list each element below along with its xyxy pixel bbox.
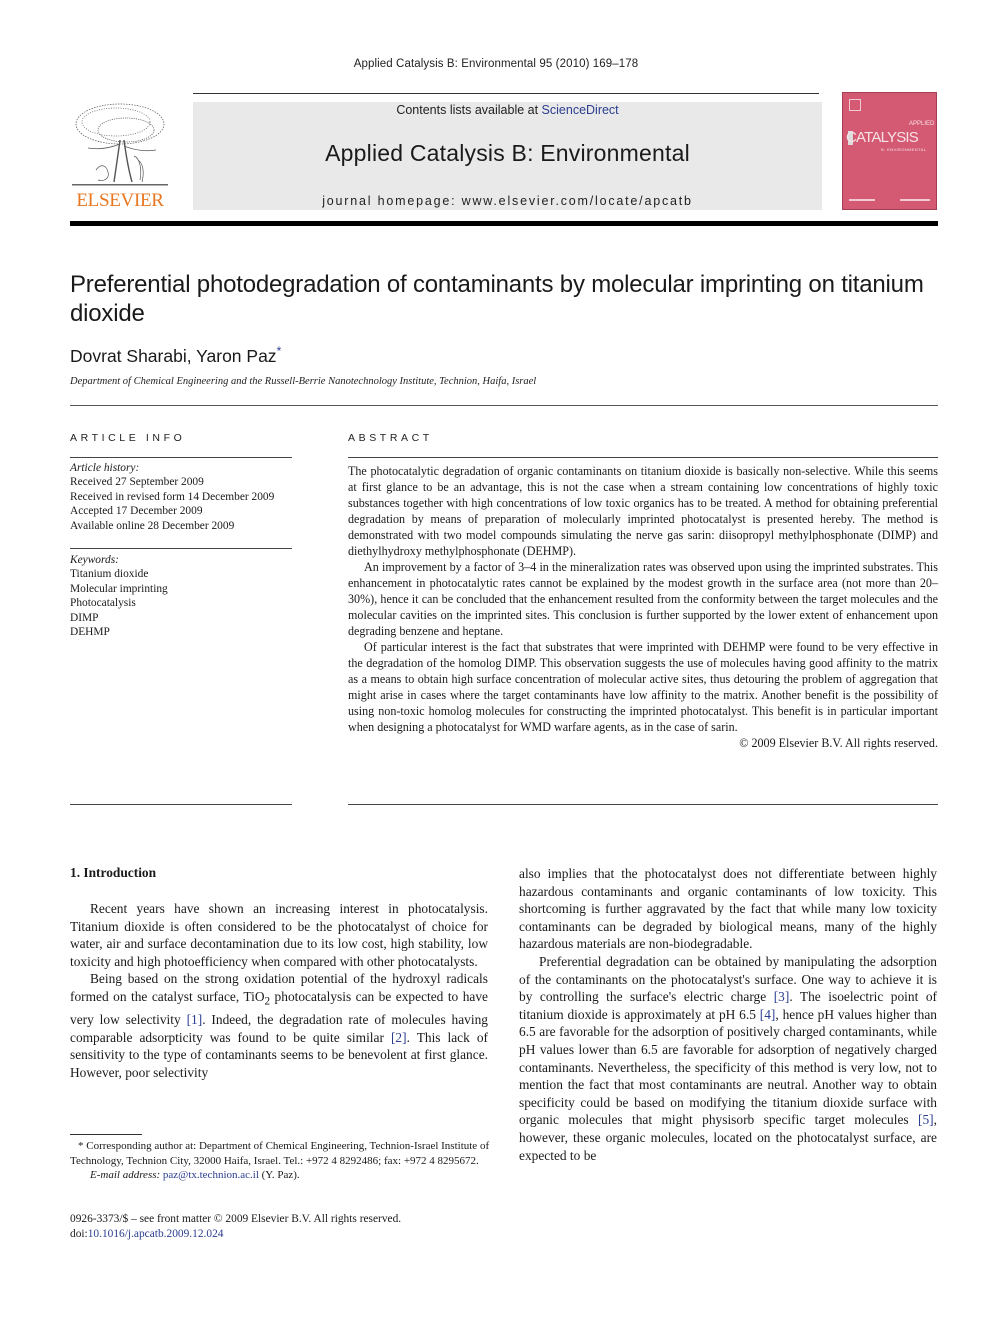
body-paragraph: Being based on the strong oxidation pote… bbox=[70, 970, 488, 1081]
body-paragraph: Recent years have shown an increasing in… bbox=[70, 901, 488, 969]
citation-link[interactable]: [1] bbox=[187, 1012, 203, 1027]
title-rule bbox=[70, 405, 938, 406]
abstract-body: The photocatalytic degradation of organi… bbox=[348, 463, 938, 751]
cover-applied-text: APPLIED bbox=[909, 121, 935, 127]
email-suffix: (Y. Paz). bbox=[258, 1169, 300, 1182]
author-names: Dovrat Sharabi, Yaron Paz bbox=[70, 345, 277, 366]
abstract-bottom-rule bbox=[348, 804, 938, 805]
cover-badge-icon bbox=[849, 99, 861, 111]
email-link[interactable]: paz@tx.technion.ac.il bbox=[163, 1169, 259, 1181]
journal-homepage-link[interactable]: journal homepage: www.elsevier.com/locat… bbox=[193, 194, 822, 208]
header-thick-rule bbox=[70, 221, 938, 226]
abstract-paragraph: The photocatalytic degradation of organi… bbox=[348, 464, 938, 558]
body-paragraph: Preferential degradation can be obtained… bbox=[519, 953, 937, 1164]
corresponding-author-note: * Corresponding author at: Department of… bbox=[70, 1140, 490, 1167]
abstract-paragraph: An improvement by a factor of 3–4 in the… bbox=[348, 560, 938, 638]
keyword-item: Photocatalysis bbox=[70, 597, 136, 610]
journal-cover-thumbnail[interactable]: APPLIED CATALYSIS B: ENVIRONMENTAL bbox=[842, 92, 937, 210]
header-rule bbox=[193, 93, 819, 94]
elsevier-logo[interactable]: ELSEVIER bbox=[70, 100, 170, 212]
cover-footer-line bbox=[900, 199, 930, 201]
body-column-right: also implies that the photocatalyst does… bbox=[519, 865, 937, 1164]
keywords: Keywords: Titanium dioxide Molecular imp… bbox=[70, 553, 300, 639]
keyword-item: Titanium dioxide bbox=[70, 568, 149, 581]
history-item: Accepted 17 December 2009 bbox=[70, 505, 203, 518]
history-item: Received 27 September 2009 bbox=[70, 476, 204, 489]
sciencedirect-link[interactable]: ScienceDirect bbox=[542, 103, 619, 117]
abstract-paragraph: Of particular interest is the fact that … bbox=[348, 640, 938, 734]
abstract-heading: ABSTRACT bbox=[348, 432, 433, 444]
keywords-label: Keywords: bbox=[70, 554, 119, 566]
journal-name: Applied Catalysis B: Environmental bbox=[325, 140, 690, 166]
citation-link[interactable]: [4] bbox=[760, 1007, 776, 1022]
footnote: * Corresponding author at: Department of… bbox=[70, 1139, 490, 1183]
corresponding-author-mark[interactable]: * bbox=[277, 344, 282, 358]
contents-prefix: Contents lists available at bbox=[396, 103, 542, 117]
text-run: , hence pH values higher than 6.5 are fa… bbox=[519, 1006, 937, 1128]
running-head: Applied Catalysis B: Environmental 95 (2… bbox=[353, 58, 639, 70]
abstract-rule bbox=[348, 457, 938, 458]
authors: Dovrat Sharabi, Yaron Paz* bbox=[70, 344, 281, 367]
section-heading-introduction: 1. Introduction bbox=[70, 865, 157, 880]
keyword-item: Molecular imprinting bbox=[70, 582, 168, 595]
article-history: Article history: Received 27 September 2… bbox=[70, 461, 300, 533]
front-matter: 0926-3373/$ – see front matter © 2009 El… bbox=[70, 1212, 401, 1242]
footnote-rule bbox=[70, 1134, 142, 1135]
doi-line: doi:10.1016/j.apcatb.2009.12.024 bbox=[70, 1227, 401, 1242]
doi-label: doi: bbox=[70, 1228, 88, 1240]
keyword-item: DIMP bbox=[70, 611, 99, 624]
email-label: E-mail address: bbox=[90, 1169, 163, 1182]
citation-link[interactable]: [5] bbox=[918, 1112, 934, 1127]
elsevier-wordmark: ELSEVIER bbox=[76, 190, 164, 211]
body-paragraph: also implies that the photocatalyst does… bbox=[519, 866, 937, 952]
cover-catalysis-text: CATALYSIS bbox=[846, 129, 919, 146]
article-info-heading: ARTICLE INFO bbox=[70, 432, 186, 444]
article-info-bottom-rule bbox=[70, 804, 292, 805]
history-item: Received in revised form 14 December 200… bbox=[70, 490, 275, 503]
doi-link[interactable]: 10.1016/j.apcatb.2009.12.024 bbox=[88, 1228, 224, 1240]
article-info-rule bbox=[70, 457, 292, 458]
keyword-item: DEHMP bbox=[70, 626, 110, 639]
article-history-label: Article history: bbox=[70, 462, 140, 474]
keywords-rule bbox=[70, 548, 292, 549]
issn-line: 0926-3373/$ – see front matter © 2009 El… bbox=[70, 1213, 402, 1225]
cover-subtitle-text: B: ENVIRONMENTAL bbox=[881, 147, 927, 152]
citation-link[interactable]: [3] bbox=[774, 989, 790, 1004]
affiliation: Department of Chemical Engineering and t… bbox=[70, 376, 537, 387]
contents-line: Contents lists available at ScienceDirec… bbox=[193, 103, 822, 117]
email-line: E-mail address: paz@tx.technion.ac.il (Y… bbox=[70, 1168, 490, 1183]
elsevier-tree-icon bbox=[72, 103, 168, 186]
body-column-left: Recent years have shown an increasing in… bbox=[70, 900, 488, 1082]
history-item: Available online 28 December 2009 bbox=[70, 519, 235, 532]
cover-footer-line bbox=[849, 199, 875, 201]
abstract-copyright: © 2009 Elsevier B.V. All rights reserved… bbox=[739, 736, 938, 750]
citation-link[interactable]: [2] bbox=[391, 1030, 407, 1045]
journal-banner: Contents lists available at ScienceDirec… bbox=[193, 102, 822, 210]
article-title: Preferential photodegradation of contami… bbox=[70, 271, 924, 327]
